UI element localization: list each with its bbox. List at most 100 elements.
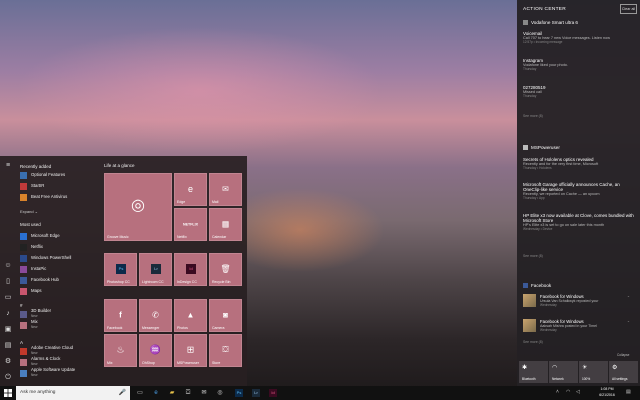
volume-icon[interactable]: ◁	[576, 389, 580, 395]
tile-groove-music[interactable]: ◎ Groove Music	[104, 173, 172, 241]
expand-chevron-icon[interactable]: ⌄	[627, 319, 630, 323]
tile-mail[interactable]: ✉ Mail	[209, 173, 242, 206]
windows-start-icon[interactable]	[4, 389, 12, 397]
app-beat-free-antivirus[interactable]: Beat Free Antivirus	[20, 192, 98, 202]
user-icon[interactable]: ☺	[4, 262, 12, 270]
tile-recycle-bin[interactable]: 🗑 Recycle Bin	[209, 253, 242, 286]
microphone-icon[interactable]: 🎤	[119, 389, 126, 396]
messenger-icon: ✆	[152, 310, 159, 320]
action-center-title: ACTION CENTER	[523, 7, 567, 12]
tile-facebook[interactable]: f Facebook	[104, 299, 137, 332]
action-center: ACTION CENTER Clear all Vodafone Smart u…	[517, 0, 640, 386]
search-placeholder: Ask me anything	[20, 390, 56, 395]
app-windows-powershell[interactable]: Windows PowerShell	[20, 253, 98, 263]
facebook-avatar	[523, 319, 536, 332]
app-startir[interactable]: StartIR	[20, 181, 98, 191]
notification-voicemail[interactable]: Voicemail Call 707 to hear 7 new Voice m…	[523, 31, 635, 44]
fish-icon: ♒	[149, 343, 162, 354]
app-adobe-creative-cloud[interactable]: Adobe Creative Cloud New	[20, 345, 98, 356]
clock[interactable]: 1:08 PM 6/21/2016	[592, 387, 622, 398]
groove-taskbar-icon[interactable]: ◎	[216, 389, 224, 397]
see-more-facebook[interactable]: See more (8)	[523, 340, 543, 344]
lightroom-taskbar-icon[interactable]: Lr	[252, 389, 260, 397]
expand-chevron-icon[interactable]: ⌄	[627, 294, 630, 298]
notification-group-mspoweruser[interactable]: MSPoweruser	[523, 145, 560, 150]
tile-indesign[interactable]: Id InDesign CC	[174, 253, 207, 286]
app-mix[interactable]: Mix New	[20, 319, 98, 330]
app-microsoft-edge[interactable]: Microsoft Edge	[20, 231, 98, 241]
video-icon[interactable]: ▤	[4, 342, 12, 350]
quick-action-all-settings[interactable]: ⚙ All settings	[609, 361, 638, 383]
lightroom-icon: Lr	[151, 263, 161, 274]
photoshop-taskbar-icon[interactable]: Ps	[235, 389, 243, 397]
action-center-icon[interactable]: ▤	[626, 389, 631, 395]
see-more-mspoweruser[interactable]: See more (8)	[523, 254, 543, 258]
notification-facebook-1[interactable]: Facebook for Windows Ursula Van Schalkwy…	[523, 294, 635, 307]
show-hidden-icons-chevron[interactable]: ˄	[556, 389, 559, 395]
tile-calendar[interactable]: ▦ Calendar	[209, 208, 242, 241]
tile-mix[interactable]: ♨ Mix	[104, 334, 137, 367]
instapic-icon	[20, 265, 27, 273]
app-netflix[interactable]: Netflix	[20, 242, 98, 252]
notification-hp-elite[interactable]: HP Elite x3 now available at Clove, come…	[523, 213, 635, 231]
powershell-icon	[20, 254, 27, 262]
notification-facebook-2[interactable]: Facebook for Windows Aaksah Mishra poste…	[523, 319, 635, 332]
store-taskbar-icon[interactable]: ⛋	[184, 389, 192, 397]
tile-mspoweruser[interactable]: ⊞ MSPoweruser	[174, 334, 207, 367]
picture-icon[interactable]: ▭	[4, 294, 12, 302]
tile-messenger[interactable]: ✆ Messenger	[139, 299, 172, 332]
photoshop-icon: Ps	[116, 263, 126, 274]
app-3d-builder[interactable]: 3D Builder New	[20, 308, 98, 319]
task-view-icon[interactable]: ▭	[136, 389, 144, 397]
app-maps[interactable]: Maps	[20, 286, 98, 296]
app-alarms-clock[interactable]: Alarms & Clock New	[20, 356, 98, 367]
wifi-icon[interactable]: ◠	[566, 389, 570, 395]
notification-missed-call[interactable]: 027280519 Missed call Thursday	[523, 85, 635, 98]
tile-edge[interactable]: e Edge	[174, 173, 207, 206]
calendar-icon: ▦	[221, 219, 230, 229]
tile-ohshop[interactable]: ♒ OhShop	[139, 334, 172, 367]
app-facebook-hub[interactable]: Facebook Hub	[20, 275, 98, 285]
power-icon[interactable]: ⏻	[4, 374, 12, 382]
indesign-icon: Id	[186, 263, 196, 274]
start-rail: ≡ ☺ ▯ ▭ ♪ ▣ ▤ ⚙ ⏻	[0, 156, 16, 386]
settings-icon[interactable]: ⚙	[4, 358, 12, 366]
quick-action-network[interactable]: ◠ Network	[549, 361, 578, 383]
indesign-taskbar-icon[interactable]: Id	[269, 389, 277, 397]
tile-photoshop[interactable]: Ps Photoshop CC	[104, 253, 137, 286]
quick-action-brightness[interactable]: ☀ 100%	[579, 361, 608, 383]
tile-photos[interactable]: ▲ Photos	[174, 299, 207, 332]
pictures-icon[interactable]: ▣	[4, 326, 12, 334]
netflix-logo-icon: NETFLIX	[183, 222, 198, 227]
hamburger-icon[interactable]: ≡	[4, 162, 12, 170]
mspoweruser-icon	[523, 145, 528, 150]
mail-taskbar-icon[interactable]: ✉	[200, 389, 208, 397]
edge-taskbar-icon[interactable]: e	[152, 389, 160, 397]
windows-logo-icon: ⊞	[186, 343, 195, 354]
tile-lightroom[interactable]: Lr Lightroom CC	[139, 253, 172, 286]
tile-store[interactable]: ⛋ Store	[209, 334, 242, 367]
see-more-device[interactable]: See more (8)	[523, 114, 543, 118]
collapse-quick-actions-link[interactable]: Collapse	[617, 353, 629, 357]
tile-netflix[interactable]: NETFLIX Netflix	[174, 208, 207, 241]
notification-cache[interactable]: Microsoft Garage officially announces Ca…	[523, 182, 635, 200]
a-heading: A	[20, 340, 24, 345]
search-box[interactable]: Ask me anything 🎤	[16, 386, 130, 400]
notification-group-facebook[interactable]: Facebook	[523, 283, 551, 288]
document-icon[interactable]: ▯	[4, 278, 12, 286]
expand-link[interactable]: Expand ⌄	[20, 209, 38, 214]
maps-icon	[20, 287, 27, 295]
app-instapic[interactable]: InstaPic	[20, 264, 98, 274]
clear-all-button[interactable]: Clear all	[620, 4, 637, 14]
tile-camera[interactable]: ◙ Camera	[209, 299, 242, 332]
notification-hololens[interactable]: Secrets of Hololens optics revealed Rece…	[523, 157, 635, 170]
music-icon[interactable]: ♪	[4, 310, 12, 318]
app-list: Recently added Optional Features StartIR…	[18, 156, 98, 386]
notification-group-device[interactable]: Vodafone Smart ultra 6	[523, 20, 578, 25]
notification-instagram[interactable]: Instagram Vodafone liked your photo. Thu…	[523, 58, 635, 71]
quick-action-bluetooth[interactable]: ✱ Bluetooth	[519, 361, 548, 383]
app-optional-features[interactable]: Optional Features	[20, 170, 98, 180]
file-explorer-icon[interactable]: ▰	[168, 389, 176, 397]
app-apple-software-update[interactable]: Apple Software Update New	[20, 367, 98, 378]
phone-icon	[523, 20, 528, 25]
